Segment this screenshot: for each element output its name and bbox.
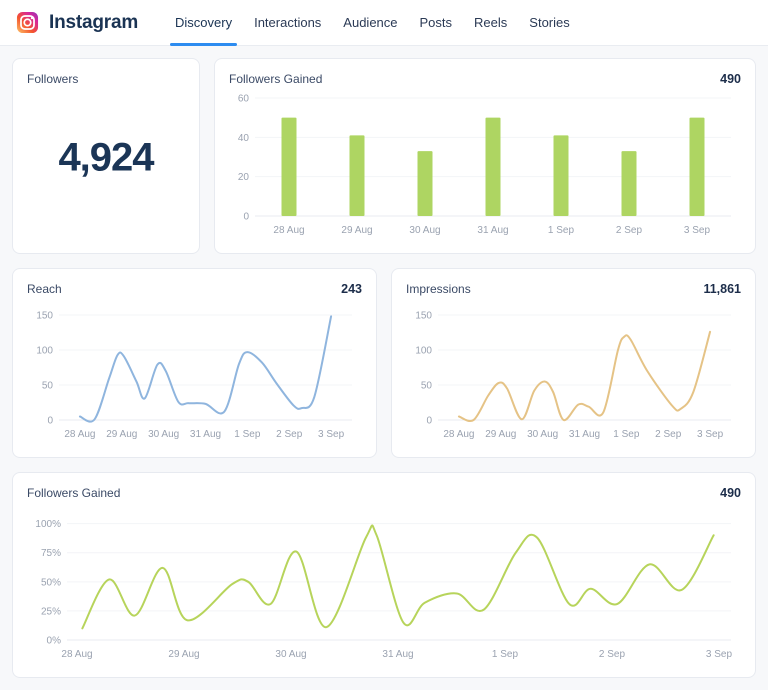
reach-card-value: 243 — [341, 282, 362, 296]
brand: Instagram — [16, 0, 138, 45]
svg-text:1 Sep: 1 Sep — [613, 429, 640, 440]
instagram-logo-icon — [16, 11, 39, 34]
svg-text:31 Aug: 31 Aug — [190, 429, 221, 440]
svg-text:28 Aug: 28 Aug — [64, 429, 95, 440]
tab-label: Reels — [474, 15, 507, 30]
followers-gained-line-chart: 0% 25% 50% 75% 100% 28 Aug 29 Aug 30 Aug 31 Aug 1… — [27, 504, 741, 664]
svg-text:1 Sep: 1 Sep — [234, 429, 261, 440]
svg-text:30 Aug: 30 Aug — [409, 225, 440, 236]
impressions-card-label: Impressions — [406, 282, 471, 296]
followers-gained-bar-value: 490 — [720, 72, 741, 86]
reach-card-label: Reach — [27, 282, 62, 296]
svg-text:0%: 0% — [47, 636, 62, 647]
svg-text:100: 100 — [415, 346, 432, 357]
svg-text:0: 0 — [243, 212, 249, 223]
svg-text:25%: 25% — [41, 606, 61, 617]
svg-text:30 Aug: 30 Aug — [275, 649, 306, 660]
tab-discovery[interactable]: Discovery — [164, 0, 243, 45]
svg-text:75%: 75% — [41, 548, 61, 559]
svg-text:50: 50 — [42, 381, 54, 392]
tab-posts[interactable]: Posts — [409, 0, 464, 45]
svg-text:29 Aug: 29 Aug — [341, 225, 372, 236]
followers-gained-line-value: 490 — [720, 486, 741, 500]
svg-text:2 Sep: 2 Sep — [276, 429, 303, 440]
svg-text:31 Aug: 31 Aug — [382, 649, 413, 660]
dashboard-content: Followers 4,924 Followers Gained 490 0 20… — [0, 46, 768, 690]
followers-card-label: Followers — [27, 72, 78, 86]
svg-text:2 Sep: 2 Sep — [655, 429, 682, 440]
nav-tabs: Discovery Interactions Audience Posts Reels S… — [164, 0, 581, 45]
svg-text:28 Aug: 28 Aug — [443, 429, 474, 440]
reach-card: Reach 243 0 50 100 150 28 Aug 29 Aug 30 Aug 31 … — [12, 268, 377, 458]
impressions-line-chart: 0 50 100 150 28 Aug 29 Aug 30 Aug 31 Aug 1 Sep 2 … — [406, 300, 741, 444]
row-middle: Reach 243 0 50 100 150 28 Aug 29 Aug 30 Aug 31 … — [12, 268, 756, 458]
followers-count: 4,924 — [13, 135, 199, 180]
svg-text:1 Sep: 1 Sep — [548, 225, 575, 236]
svg-text:28 Aug: 28 Aug — [61, 649, 92, 660]
top-navigation-bar: Instagram Discovery Interactions Audience P… — [0, 0, 768, 46]
tab-label: Discovery — [175, 15, 232, 30]
followers-gained-bar-card: Followers Gained 490 0 20 40 60 28 Aug 29 Aug… — [214, 58, 756, 254]
svg-text:150: 150 — [36, 311, 53, 322]
tab-label: Interactions — [254, 15, 321, 30]
svg-text:40: 40 — [238, 133, 250, 144]
svg-text:1 Sep: 1 Sep — [492, 649, 519, 660]
svg-text:50: 50 — [421, 381, 433, 392]
row-bottom: Followers Gained 490 0% 25% 50% 75% 100% 28 A… — [12, 472, 756, 678]
tab-label: Stories — [529, 15, 569, 30]
svg-text:3 Sep: 3 Sep — [318, 429, 345, 440]
svg-text:150: 150 — [415, 311, 432, 322]
svg-text:29 Aug: 29 Aug — [106, 429, 137, 440]
svg-text:20: 20 — [238, 172, 250, 183]
svg-text:3 Sep: 3 Sep — [706, 649, 733, 660]
followers-gained-line-label: Followers Gained — [27, 486, 120, 500]
tab-label: Audience — [343, 15, 397, 30]
svg-text:30 Aug: 30 Aug — [148, 429, 179, 440]
svg-text:2 Sep: 2 Sep — [599, 649, 626, 660]
reach-line-chart: 0 50 100 150 28 Aug 29 Aug 30 Aug 31 Aug 1 Sep 2 … — [27, 300, 362, 444]
tab-stories[interactable]: Stories — [518, 0, 580, 45]
svg-text:100%: 100% — [35, 519, 61, 530]
svg-text:29 Aug: 29 Aug — [485, 429, 516, 440]
svg-text:31 Aug: 31 Aug — [477, 225, 508, 236]
followers-gained-bar-label: Followers Gained — [229, 72, 322, 86]
svg-text:3 Sep: 3 Sep — [697, 429, 724, 440]
followers-card: Followers 4,924 — [12, 58, 200, 254]
impressions-card-value: 11,861 — [703, 282, 741, 296]
svg-text:2 Sep: 2 Sep — [616, 225, 643, 236]
svg-text:60: 60 — [238, 94, 250, 105]
tab-label: Posts — [420, 15, 453, 30]
row-top: Followers 4,924 Followers Gained 490 0 20… — [12, 58, 756, 254]
svg-text:100: 100 — [36, 346, 53, 357]
svg-text:30 Aug: 30 Aug — [527, 429, 558, 440]
svg-text:3 Sep: 3 Sep — [684, 225, 711, 236]
followers-gained-line-card: Followers Gained 490 0% 25% 50% 75% 100% 28 A… — [12, 472, 756, 678]
tab-reels[interactable]: Reels — [463, 0, 518, 45]
tab-audience[interactable]: Audience — [332, 0, 408, 45]
followers-gained-bar-chart: 0 20 40 60 28 Aug 29 Aug 30 Aug 31 Aug 1 Sep 2 Se… — [229, 90, 741, 240]
svg-text:29 Aug: 29 Aug — [168, 649, 199, 660]
app-title: Instagram — [49, 12, 138, 34]
impressions-card: Impressions 11,861 0 50 100 150 28 Aug 29 Aug… — [391, 268, 756, 458]
svg-text:28 Aug: 28 Aug — [273, 225, 304, 236]
svg-text:31 Aug: 31 Aug — [569, 429, 600, 440]
svg-text:0: 0 — [47, 416, 53, 427]
svg-text:50%: 50% — [41, 577, 61, 588]
tab-interactions[interactable]: Interactions — [243, 0, 332, 45]
svg-text:0: 0 — [426, 416, 432, 427]
